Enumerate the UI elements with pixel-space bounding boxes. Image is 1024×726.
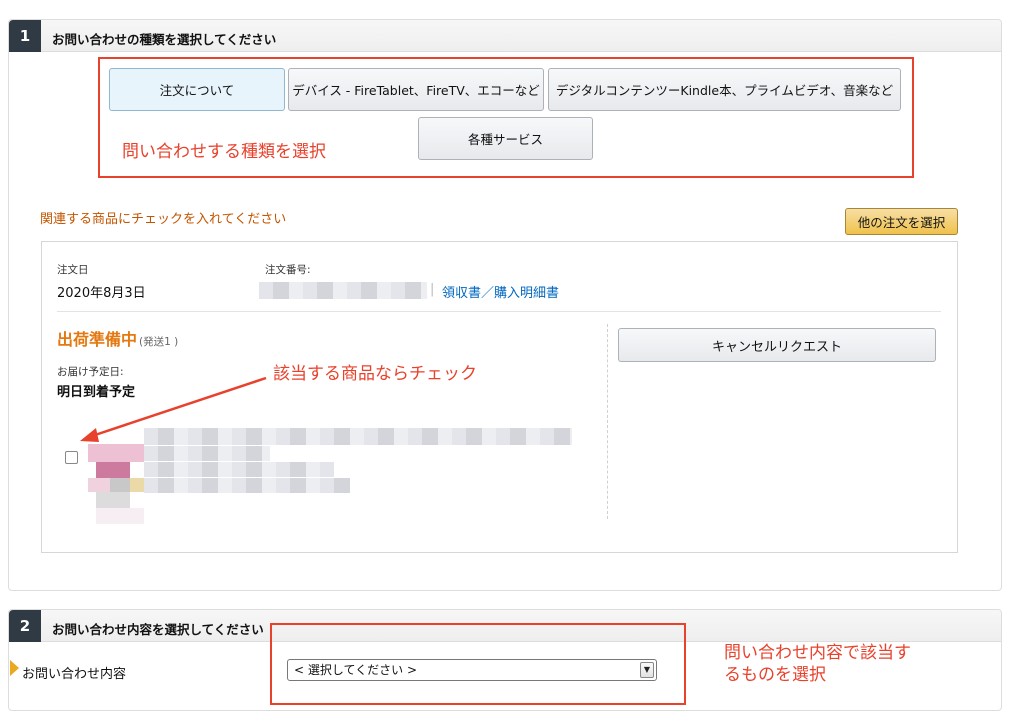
- product-title-redacted-line1: [144, 428, 572, 445]
- step-number: 2: [9, 610, 41, 642]
- annotation-line-2: るものを選択: [724, 665, 826, 685]
- product-title-redacted-line4: [144, 478, 350, 493]
- annotation-select-detail: 問い合わせ内容で該当す るものを選択: [724, 642, 911, 686]
- annotation-line-1: 問い合わせ内容で該当す: [724, 643, 911, 663]
- inquiry-detail-label: お問い合わせ内容: [22, 667, 127, 682]
- field-pointer-icon: [10, 660, 19, 676]
- product-title-redacted-line3: [144, 462, 334, 477]
- product-thumbnail: [88, 444, 144, 524]
- section-title: お問い合わせ内容を選択してください: [52, 622, 264, 637]
- item-checkbox[interactable]: [65, 451, 78, 464]
- annotation-highlight-box-2: [270, 623, 686, 705]
- product-title-redacted-line2: [144, 446, 270, 461]
